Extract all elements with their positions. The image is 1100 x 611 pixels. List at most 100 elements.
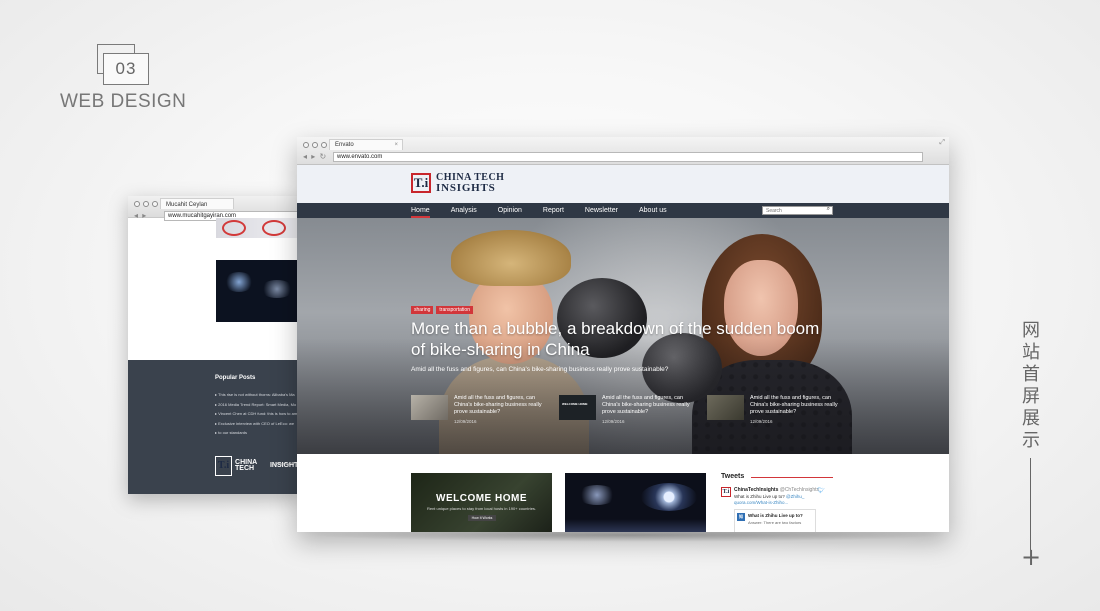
- nav-item-newsletter[interactable]: Newsletter: [585, 203, 618, 218]
- nav-item-analysis[interactable]: Analysis: [451, 203, 477, 218]
- tweet-link-preview[interactable]: 知 What is Zhihu Live up to? Answer: Ther…: [734, 509, 816, 532]
- browser-tab[interactable]: Envato ×: [329, 139, 403, 150]
- list-item[interactable]: Vincent Chen at CDH fund: this is how to…: [215, 409, 301, 419]
- browser-chrome: Envato × ⤢ ◂ ▸ ↻ www.envato.com: [297, 137, 949, 165]
- window-controls: [134, 201, 158, 207]
- back-browser-chrome: Mucahit Ceylan ◂ ▸ www.mucahitgayiran.co…: [128, 196, 303, 221]
- stage-glow: [260, 280, 294, 298]
- hero-tags: sharing transportation: [411, 306, 473, 314]
- browser-tab-label: Envato: [335, 142, 354, 148]
- hero-headline[interactable]: More than a bubble, a breakdown of the s…: [411, 318, 831, 360]
- zoom-dot-icon[interactable]: [321, 142, 327, 148]
- back-footer-logo: T.i CHINA TECH INSIGHTS: [215, 456, 303, 476]
- side-label-char: 展: [1022, 408, 1040, 429]
- card-text: Amid all the fuss and figures, can China…: [602, 395, 697, 425]
- card-summary: Amid all the fuss and figures, can China…: [750, 395, 838, 415]
- back-stage-image[interactable]: [216, 260, 303, 322]
- nav-items: Home Analysis Opinion Report Newsletter …: [411, 203, 688, 218]
- list-item[interactable]: 2016 Media Trend Report: Smart Media, Mo: [215, 400, 301, 410]
- nav-item-home[interactable]: Home: [411, 203, 430, 218]
- stage-floor: [565, 519, 706, 532]
- tweet-handle: @ChTechInsights: [779, 487, 820, 493]
- back-article-image[interactable]: [216, 218, 303, 238]
- tweets-widget: Tweets T.i ChinaTechInsights @ChTechInsi…: [721, 473, 833, 532]
- back-browser-tab[interactable]: Mucahit Ceylan: [160, 198, 234, 209]
- close-dot-icon[interactable]: [134, 201, 140, 207]
- close-dot-icon[interactable]: [303, 142, 309, 148]
- side-label-char: 网: [1022, 320, 1040, 341]
- promo-card[interactable]: WELCOME HOME Rent unique places to stay …: [411, 473, 552, 532]
- promo-subtitle: Rent unique places to stay from local ho…: [426, 506, 537, 511]
- promo-title: WELCOME HOME: [436, 493, 527, 504]
- photo-shape: [451, 230, 571, 286]
- nav-arrows-icon[interactable]: ◂ ▸ ↻: [303, 152, 327, 161]
- nav-item-opinion[interactable]: Opinion: [498, 203, 522, 218]
- tweets-rule: [751, 477, 833, 478]
- browser-window: Envato × ⤢ ◂ ▸ ↻ www.envato.com T.i CHIN…: [297, 137, 949, 532]
- card-summary: Amid all the fuss and figures, can China…: [602, 395, 690, 415]
- tweets-heading: Tweets: [721, 473, 833, 483]
- side-label-line: [1030, 458, 1031, 550]
- back-nav-arrows-icon[interactable]: ◂ ▸: [134, 211, 147, 220]
- related-card[interactable]: Amid all the fuss and figures, can China…: [707, 395, 853, 425]
- stage-glow: [224, 272, 254, 292]
- card-date: 12/09/2016: [602, 419, 625, 424]
- url-bar[interactable]: www.envato.com: [333, 152, 923, 162]
- popular-posts-list: This rise is not without thorns: Alibaba…: [215, 390, 301, 438]
- related-card[interactable]: WELCOME HOME Amid all the fuss and figur…: [559, 395, 705, 425]
- card-summary: Amid all the fuss and figures, can China…: [454, 395, 542, 415]
- section-caption: WEB DESIGN: [60, 91, 187, 112]
- tag-sharing[interactable]: sharing: [411, 306, 434, 314]
- plus-icon: +: [1020, 543, 1042, 571]
- search-icon[interactable]: ⌕: [827, 206, 830, 213]
- hero-banner[interactable]: sharing transportation More than a bubbl…: [297, 218, 949, 454]
- search-box: ⌕: [762, 206, 833, 215]
- side-label-char: 站: [1022, 342, 1040, 363]
- card-thumbnail: [411, 395, 448, 420]
- logo-line: INSIGHTS: [436, 182, 496, 194]
- tweet-name: ChinaTechInsights: [734, 487, 779, 493]
- highlight-circle: [222, 220, 246, 236]
- section-badge: 03 WEB DESIGN: [60, 44, 200, 114]
- back-footer: Popular Posts This rise is not without t…: [128, 360, 303, 494]
- logo-mark: T.i: [215, 456, 233, 476]
- tag-transportation[interactable]: transportation: [436, 306, 473, 314]
- eye-screen: [641, 483, 697, 511]
- minimize-dot-icon[interactable]: [312, 142, 318, 148]
- promo-button[interactable]: How It Works: [468, 515, 496, 521]
- tweet-text: What is Zhihu Live up to?: [734, 494, 787, 499]
- avatar[interactable]: T.i: [721, 487, 731, 497]
- fullscreen-icon[interactable]: ⤢: [939, 139, 945, 147]
- side-label-char: 屏: [1022, 386, 1040, 407]
- preview-text: Answer: There are two factors: [748, 520, 802, 525]
- nav-item-about-us[interactable]: About us: [639, 203, 667, 218]
- tweet-message: What is Zhihu Live up to? @Zhihu_ quora.…: [734, 494, 824, 506]
- search-input[interactable]: [763, 207, 821, 214]
- related-card[interactable]: Amid all the fuss and figures, can China…: [411, 395, 557, 425]
- list-item[interactable]: Exclusive interview with CEO of LeEco: w…: [215, 419, 301, 429]
- card-date: 12/09/2016: [454, 419, 477, 424]
- stage-glow: [577, 485, 617, 505]
- site-logo[interactable]: T.i CHINA TECH INSIGHTS: [411, 172, 504, 194]
- list-item[interactable]: to our standards: [215, 428, 301, 438]
- twitter-bird-icon: 🐦︎: [817, 488, 825, 494]
- card-thumbnail: WELCOME HOME: [559, 395, 596, 420]
- popular-posts-title: Popular Posts: [215, 375, 256, 381]
- tweet[interactable]: T.i ChinaTechInsights @ChTechInsights 🐦︎…: [721, 487, 833, 532]
- tab-close-icon[interactable]: ×: [394, 140, 398, 150]
- nav-item-report[interactable]: Report: [543, 203, 564, 218]
- zoom-dot-icon[interactable]: [152, 201, 158, 207]
- footer-tagline: A Tencent Pr: [272, 461, 295, 466]
- card-thumbnail: [707, 395, 744, 420]
- minimize-dot-icon[interactable]: [143, 201, 149, 207]
- stage-photo-card[interactable]: [565, 473, 706, 532]
- tweet-author[interactable]: ChinaTechInsights @ChTechInsights: [734, 487, 819, 493]
- logo-mark: T.i: [411, 173, 431, 193]
- side-label-char: 示: [1022, 430, 1040, 451]
- hero-dek: Amid all the fuss and figures, can China…: [411, 366, 669, 373]
- content-section: WELCOME HOME Rent unique places to stay …: [297, 455, 949, 532]
- list-item[interactable]: This rise is not without thorns: Alibaba…: [215, 390, 301, 400]
- hero-related-cards: Amid all the fuss and figures, can China…: [411, 395, 855, 425]
- logo-line: CHINA TECH: [235, 459, 257, 472]
- main-nav: Home Analysis Opinion Report Newsletter …: [297, 203, 949, 218]
